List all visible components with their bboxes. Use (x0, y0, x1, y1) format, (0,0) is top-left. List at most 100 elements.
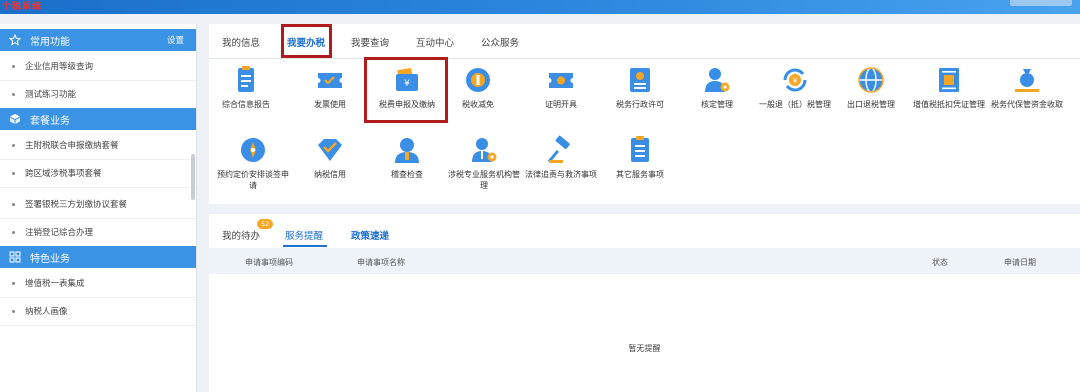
service-refund[interactable]: ¥ 一般退（抵）税管理 (756, 65, 834, 110)
service-tax-credit[interactable]: 纳税信用 (291, 135, 369, 180)
service-custody-funds[interactable]: 税务代保管资金收取 (988, 65, 1066, 110)
top-right-button[interactable] (1010, 0, 1072, 6)
tab-my-info[interactable]: 我的信息 (222, 35, 260, 49)
invoice-ticket-icon (318, 73, 342, 88)
service-label: 法律追责与救济事项 (525, 170, 597, 179)
tab-service-reminders[interactable]: 服务提醒 (285, 228, 323, 242)
service-vat-voucher[interactable]: 增值税抵扣凭证管理 (910, 65, 988, 110)
sidebar-item-label: 纳税人画像 (25, 307, 68, 317)
sidebar-title-common: 常用功能 (30, 36, 70, 48)
grid-icon (9, 251, 21, 263)
highlight-box-tab (281, 24, 332, 58)
sidebar-item-label: 主附税联合申报缴纳套餐 (25, 141, 119, 151)
app-logo: 个税系统 (2, 2, 43, 12)
service-certificate[interactable]: 证明开具 (522, 65, 600, 110)
user-gear-icon (705, 68, 730, 92)
sidebar: 常用功能 设置 企业信用等级查询 测试练习功能 套餐业务 主附税联合申报缴纳套餐… (0, 24, 197, 392)
sidebar-scrollbar[interactable] (191, 154, 195, 200)
sidebar-item-label: 跨区域涉税事项套餐 (25, 169, 102, 179)
service-label: 预约定价安排谈签申请 (217, 170, 289, 190)
certificate-ticket-icon (549, 73, 573, 88)
sidebar-item-vat-integration[interactable]: 增值税一表集成 (0, 269, 196, 298)
top-banner: 个税系统 (0, 0, 1080, 14)
service-label: 纳税信用 (314, 170, 346, 179)
tab-my-todo[interactable]: 我的待办 (222, 228, 260, 242)
todo-count-badge: 52 (257, 219, 274, 229)
tab-public-service[interactable]: 公众服务 (481, 35, 519, 49)
service-agency-management[interactable]: 涉税专业服务机构管理 (445, 135, 523, 191)
sidebar-item-bank-agreement[interactable]: 签署银税三方划缴协议套餐 (0, 190, 196, 219)
id-card-icon (630, 68, 650, 92)
agent-gear-icon (472, 138, 497, 162)
list-doc-icon (631, 136, 649, 162)
service-label: 综合信息报告 (222, 100, 270, 109)
service-label: 出口退税管理 (847, 100, 895, 109)
reminder-panel: 我的待办 52 服务提醒 政策速递 申请事项编码 申请事项名称 状态 申请日期 … (209, 214, 1080, 392)
sidebar-item-cross-region[interactable]: 跨区域涉税事项套餐 (0, 159, 196, 188)
star-icon (9, 34, 21, 46)
column-header: 申请日期 (1004, 258, 1036, 267)
service-apa[interactable]: 预约定价安排谈签申请 (214, 135, 292, 191)
report-icon (238, 66, 254, 92)
service-label: 其它服务事项 (616, 170, 664, 179)
main-tabs: 我的信息 我要办税 我要查询 互动中心 公众服务 (209, 24, 1080, 59)
service-label: 发票使用 (314, 100, 346, 109)
sidebar-header-package: 套餐业务 (0, 108, 196, 130)
voucher-icon (939, 68, 959, 92)
service-report[interactable]: 综合信息报告 (207, 65, 285, 110)
service-label: 增值税抵扣凭证管理 (913, 100, 985, 109)
sidebar-item-deregistration[interactable]: 注销登记综合办理 (0, 218, 196, 247)
sidebar-item-joint-declaration[interactable]: 主附税联合申报缴纳套餐 (0, 131, 196, 160)
svg-text:¥: ¥ (792, 77, 797, 86)
cube-icon (9, 113, 21, 125)
active-tab-indicator (283, 245, 327, 247)
column-header: 申请事项名称 (357, 258, 405, 267)
tab-interaction[interactable]: 互动中心 (416, 35, 454, 49)
sidebar-item-label: 签署银税三方划缴协议套餐 (25, 200, 128, 210)
tab-query[interactable]: 我要查询 (351, 35, 389, 49)
service-label: 税务行政许可 (616, 100, 664, 109)
sidebar-header-special: 特色业务 (0, 246, 196, 268)
service-admin-license[interactable]: 税务行政许可 (601, 65, 679, 110)
reminder-tabs: 我的待办 52 服务提醒 政策速递 (209, 214, 1080, 249)
sidebar-title-package: 套餐业务 (30, 115, 70, 127)
tab-policy-news[interactable]: 政策速递 (351, 228, 389, 242)
refund-cycle-icon: ¥ (783, 68, 807, 92)
money-bag-hand-icon (1015, 69, 1039, 92)
inspector-icon (395, 138, 419, 163)
service-inspection[interactable]: 稽查检查 (368, 135, 446, 180)
service-panel: 我的信息 我要办税 我要查询 互动中心 公众服务 综合信息报告 发票使用 ¥ 税… (209, 24, 1080, 204)
sidebar-item-practice[interactable]: 测试练习功能 (0, 80, 196, 109)
service-export-refund[interactable]: 出口退税管理 (832, 65, 910, 110)
sidebar-item-taxpayer-profile[interactable]: 纳税人画像 (0, 297, 196, 326)
service-label: 稽查检查 (391, 170, 423, 179)
gavel-icon (547, 135, 570, 163)
service-invoice[interactable]: 发票使用 (291, 65, 369, 110)
sidebar-item-label: 企业信用等级查询 (25, 62, 94, 72)
highlight-box-service (364, 57, 448, 123)
sidebar-item-label: 测试练习功能 (25, 90, 77, 100)
service-label: 涉税专业服务机构管理 (448, 170, 520, 190)
service-label: 税务代保管资金收取 (991, 100, 1063, 109)
table-header: 申请事项编码 申请事项名称 状态 申请日期 (209, 248, 1080, 274)
service-label: 一般退（抵）税管理 (759, 100, 831, 109)
diamond-shield-icon (318, 139, 342, 161)
globe-icon (858, 67, 884, 93)
sidebar-item-label: 增值税一表集成 (25, 279, 85, 289)
compass-icon (241, 138, 265, 162)
coin-icon (466, 68, 490, 92)
sidebar-item-credit-query[interactable]: 企业信用等级查询 (0, 52, 196, 81)
sidebar-title-special: 特色业务 (30, 253, 70, 265)
sidebar-item-label: 注销登记综合办理 (25, 228, 94, 238)
sidebar-settings-link[interactable]: 设置 (167, 34, 184, 46)
service-legal-remedy[interactable]: 法律追责与救济事项 (522, 135, 600, 180)
service-label: 税收减免 (462, 100, 494, 109)
service-tax-relief[interactable]: 税收减免 (439, 65, 517, 110)
empty-message: 暂无提醒 (628, 344, 661, 353)
service-assessment[interactable]: 核定管理 (678, 65, 756, 110)
service-label: 核定管理 (701, 100, 733, 109)
column-header: 申请事项编码 (245, 258, 293, 267)
service-other[interactable]: 其它服务事项 (601, 135, 679, 180)
column-header: 状态 (932, 258, 948, 267)
service-label: 证明开具 (545, 100, 577, 109)
